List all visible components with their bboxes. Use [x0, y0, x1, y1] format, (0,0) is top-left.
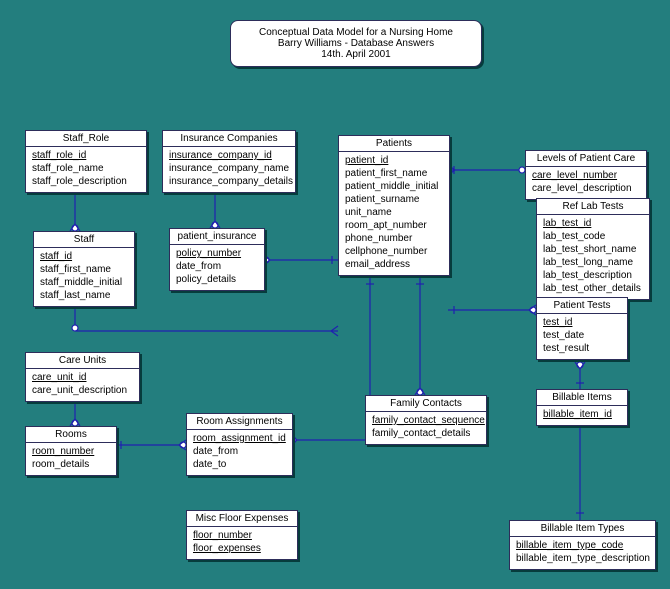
field: lab_test_id — [543, 217, 643, 230]
field: floor_number — [193, 529, 291, 542]
entity-insurance-companies: Insurance Companies insurance_company_id… — [162, 130, 296, 193]
entity-rooms: Rooms room_number room_details — [25, 426, 117, 476]
field: billable_item_type_description — [516, 552, 649, 565]
entity-patient-insurance: patient_insurance policy_number date_fro… — [169, 228, 265, 291]
entity-header: Ref Lab Tests — [537, 199, 649, 215]
entity-header: Staff — [34, 232, 134, 248]
field: family_contact_details — [372, 427, 480, 440]
field: email_address — [345, 258, 443, 271]
field: cellphone_number — [345, 245, 443, 258]
entity-header: Billable Item Types — [510, 521, 655, 537]
entity-header: Misc Floor Expenses — [187, 511, 297, 527]
field: patient_first_name — [345, 167, 443, 180]
field: room_details — [32, 458, 110, 471]
field: policy_details — [176, 273, 258, 286]
field: staff_last_name — [40, 289, 128, 302]
field: lab_test_short_name — [543, 243, 643, 256]
field: room_assignment_id — [193, 432, 286, 445]
entity-ref-lab-tests: Ref Lab Tests lab_test_id lab_test_code … — [536, 198, 650, 300]
entity-patients: Patients patient_id patient_first_name p… — [338, 135, 450, 276]
field: family_contact_sequence — [372, 414, 480, 427]
field: test_id — [543, 316, 621, 329]
field: lab_test_description — [543, 269, 643, 282]
field: patient_id — [345, 154, 443, 167]
field: patient_surname — [345, 193, 443, 206]
entity-staff-role: Staff_Role staff_role_id staff_role_name… — [25, 130, 147, 193]
entity-header: Levels of Patient Care — [526, 151, 646, 167]
field: test_date — [543, 329, 621, 342]
field: billable_item_id — [543, 408, 621, 421]
entity-patient-tests: Patient Tests test_id test_date test_res… — [536, 297, 628, 360]
field: date_to — [193, 458, 286, 471]
field: staff_role_id — [32, 149, 140, 162]
title-line-3: 14th. April 2001 — [241, 49, 471, 60]
field: insurance_company_id — [169, 149, 289, 162]
field: staff_middle_initial — [40, 276, 128, 289]
field: room_apt_number — [345, 219, 443, 232]
entity-care-units: Care Units care_unit_id care_unit_descri… — [25, 352, 140, 402]
entity-header: Patients — [339, 136, 449, 152]
field: date_from — [193, 445, 286, 458]
entity-billable-item-types: Billable Item Types billable_item_type_c… — [509, 520, 656, 570]
entity-levels-of-patient-care: Levels of Patient Care care_level_number… — [525, 150, 647, 200]
field: lab_test_long_name — [543, 256, 643, 269]
entity-header: Rooms — [26, 427, 116, 443]
field: billable_item_type_code — [516, 539, 649, 552]
field: lab_test_code — [543, 230, 643, 243]
entity-misc-floor-expenses: Misc Floor Expenses floor_number floor_e… — [186, 510, 298, 560]
entity-header: Room Assignments — [187, 414, 292, 430]
entity-room-assignments: Room Assignments room_assignment_id date… — [186, 413, 293, 476]
entity-billable-items: Billable Items billable_item_id — [536, 389, 628, 426]
field: insurance_company_details — [169, 175, 289, 188]
field: care_level_number — [532, 169, 640, 182]
entity-family-contacts: Family Contacts family_contact_sequence … — [365, 395, 487, 445]
field: staff_role_name — [32, 162, 140, 175]
field: phone_number — [345, 232, 443, 245]
field: staff_first_name — [40, 263, 128, 276]
entity-header: Care Units — [26, 353, 139, 369]
field: unit_name — [345, 206, 443, 219]
title-line-1: Conceptual Data Model for a Nursing Home — [241, 27, 471, 38]
field: test_result — [543, 342, 621, 355]
entity-header: Patient Tests — [537, 298, 627, 314]
entity-header: Family Contacts — [366, 396, 486, 412]
field: care_unit_id — [32, 371, 133, 384]
field: date_from — [176, 260, 258, 273]
entity-header: Staff_Role — [26, 131, 146, 147]
field: care_unit_description — [32, 384, 133, 397]
field: lab_test_other_details — [543, 282, 643, 295]
field: staff_role_description — [32, 175, 140, 188]
diagram-title: Conceptual Data Model for a Nursing Home… — [230, 20, 482, 67]
field: care_level_description — [532, 182, 640, 195]
field: patient_middle_initial — [345, 180, 443, 193]
field: room_number — [32, 445, 110, 458]
entity-staff: Staff staff_id staff_first_name staff_mi… — [33, 231, 135, 307]
field: floor_expenses — [193, 542, 291, 555]
title-line-2: Barry Williams - Database Answers — [241, 38, 471, 49]
field: insurance_company_name — [169, 162, 289, 175]
field: staff_id — [40, 250, 128, 263]
entity-header: Insurance Companies — [163, 131, 295, 147]
field: policy_number — [176, 247, 258, 260]
entity-header: Billable Items — [537, 390, 627, 406]
entity-header: patient_insurance — [170, 229, 264, 245]
